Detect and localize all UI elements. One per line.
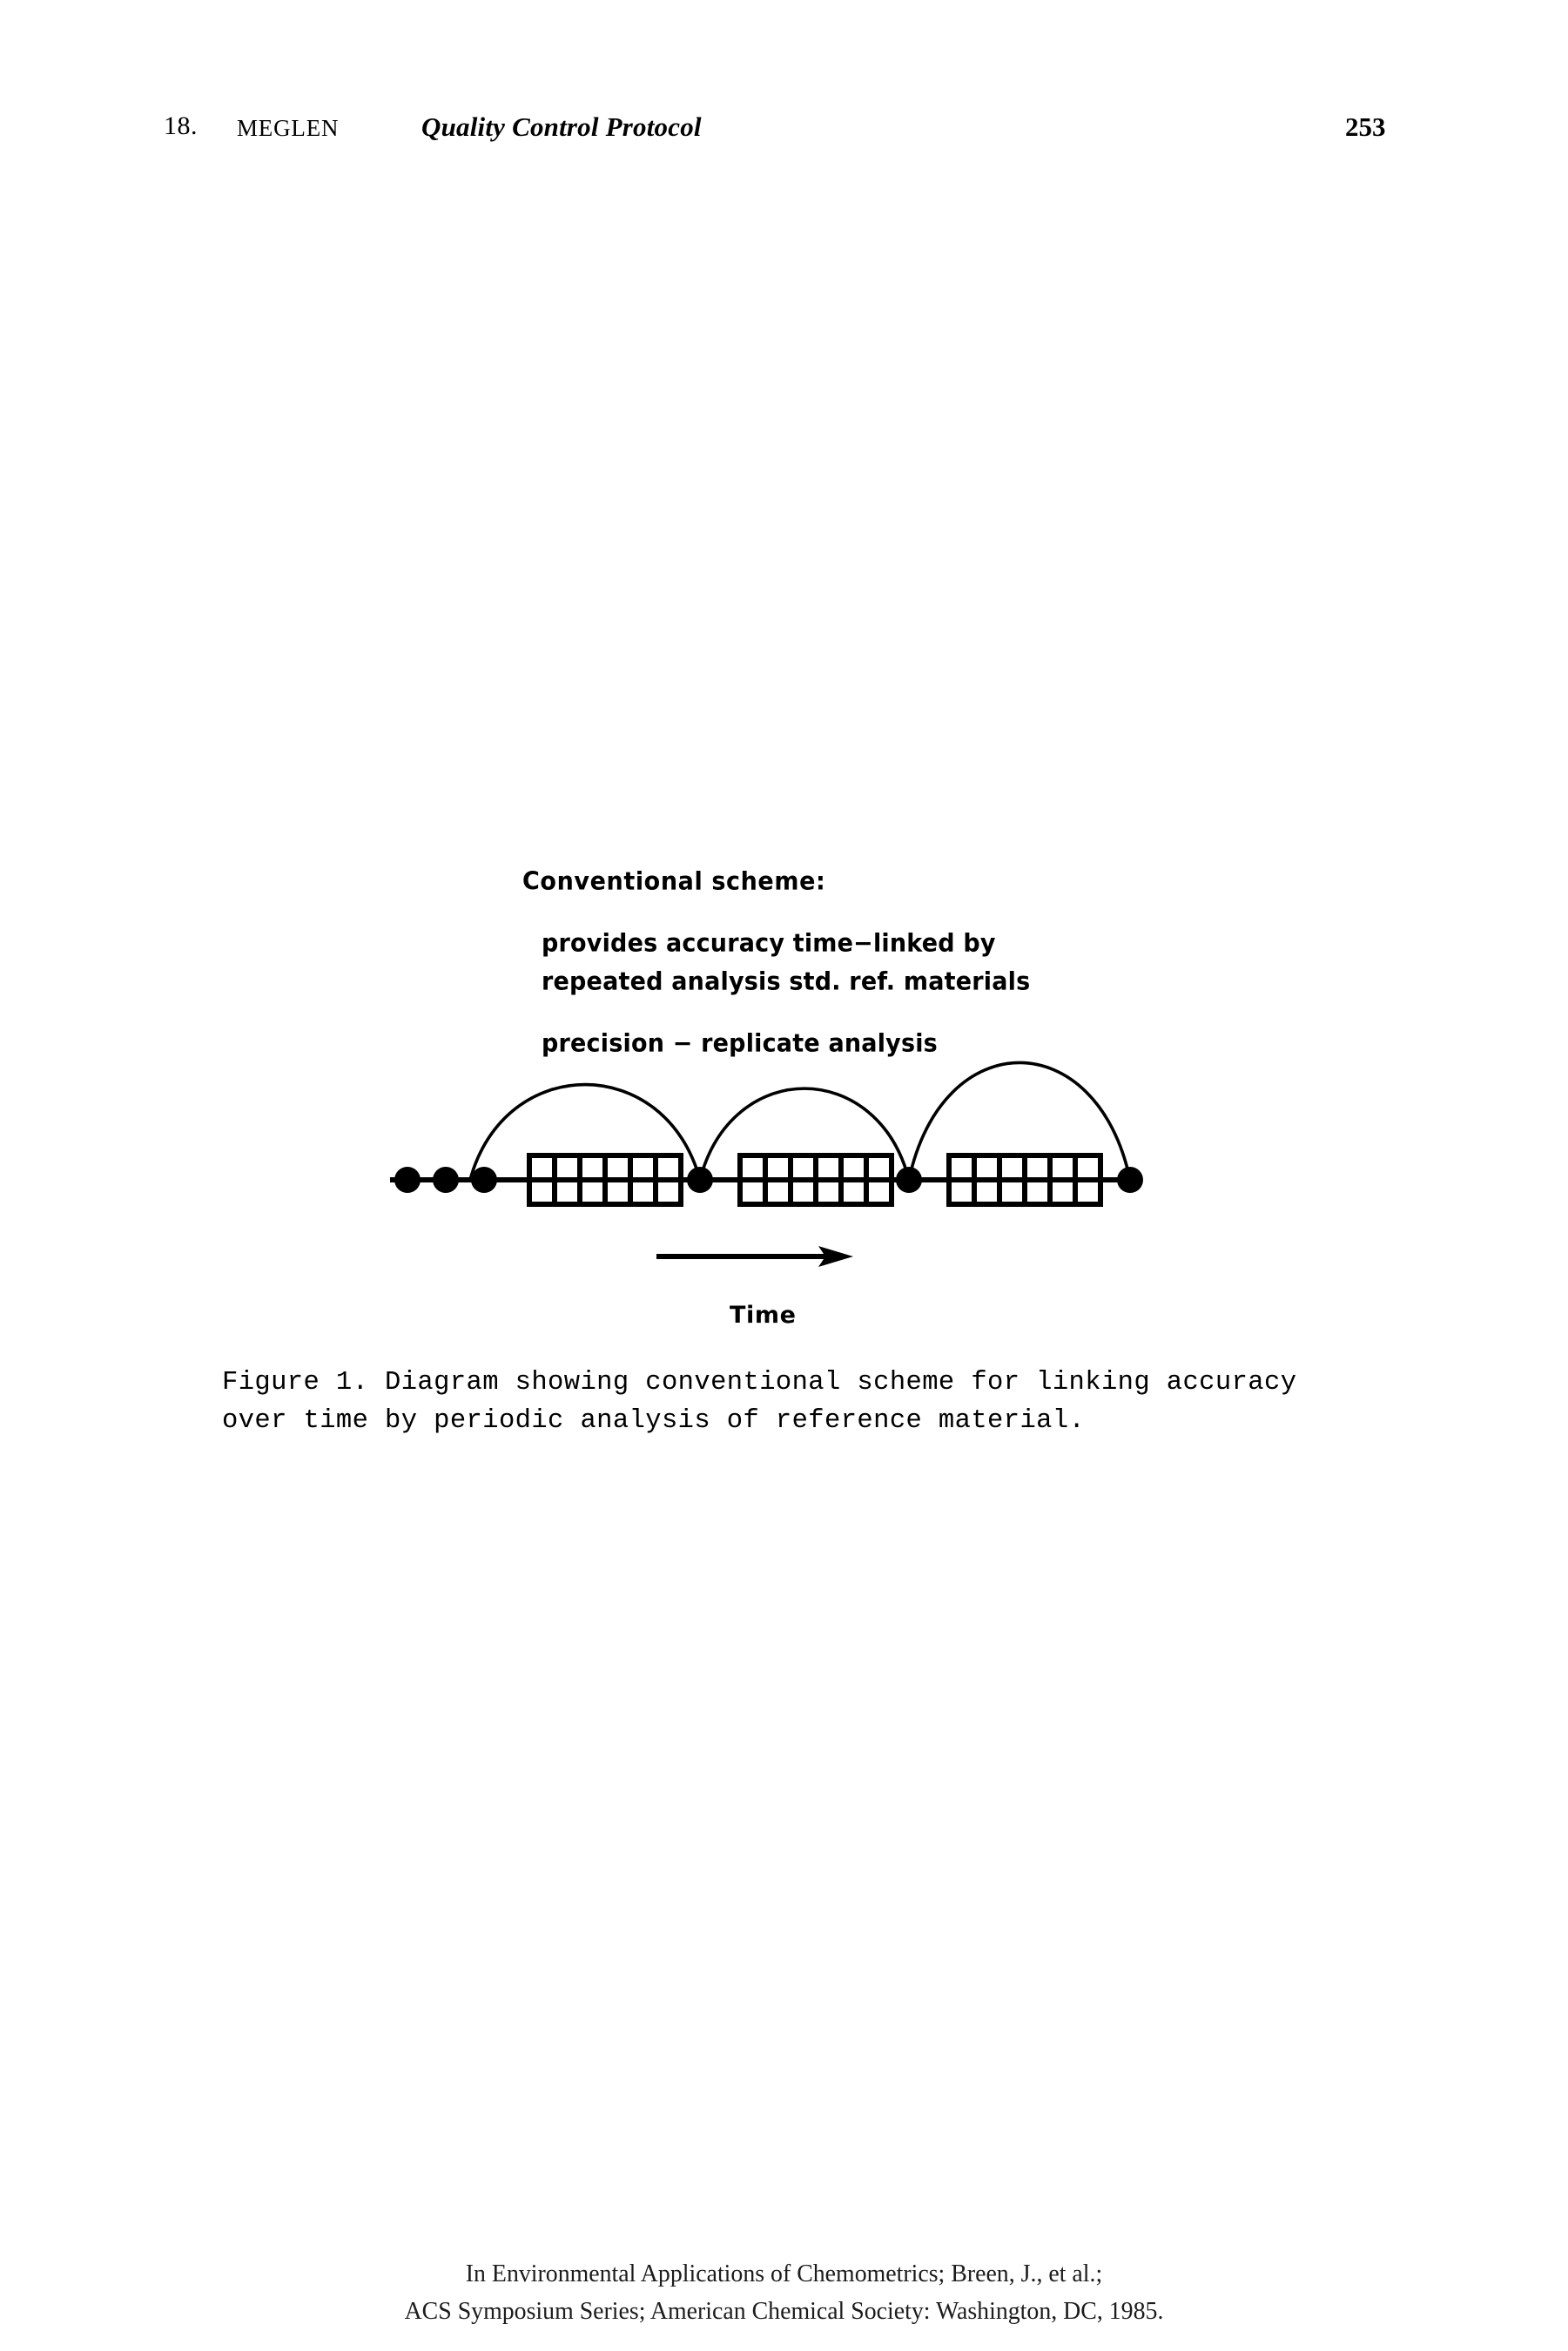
ref-dot-5 (896, 1167, 922, 1193)
figure-accuracy-line-1: provides accuracy time−linked by (542, 929, 996, 958)
sample-group-3 (946, 1153, 1103, 1207)
caption-line-2: over time by periodic analysis of refere… (222, 1406, 1086, 1436)
figure-caption: Figure 1. Diagram showing conventional s… (222, 1364, 1458, 1440)
figure-scheme-heading: Conventional scheme: (522, 867, 826, 896)
chapter-number: 18. (164, 111, 198, 140)
running-head: 18. MEGLEN Quality Control Protocol 253 (0, 111, 1568, 155)
page-number: 253 (1345, 111, 1386, 142)
ref-dot-1 (394, 1167, 421, 1193)
footer-line-2: ACS Symposium Series; American Chemical … (404, 2297, 1164, 2325)
sample-group-1 (527, 1153, 683, 1207)
page-footer: In Environmental Applications of Chemome… (0, 2255, 1568, 2330)
sample-group-2 (737, 1153, 894, 1207)
time-arrow (656, 1246, 853, 1267)
running-head-author: MEGLEN (237, 115, 340, 141)
footer-line-1: In Environmental Applications of Chemome… (465, 2260, 1103, 2287)
caption-line-1: Figure 1. Diagram showing conventional s… (222, 1368, 1297, 1398)
ref-dot-6 (1117, 1167, 1143, 1193)
figure-precision-line: precision − replicate analysis (542, 1029, 938, 1058)
ref-dot-2 (433, 1167, 459, 1193)
conventional-scheme-diagram (390, 1061, 1143, 1267)
figure-accuracy-line-2: repeated analysis std. ref. materials (542, 967, 1031, 996)
running-head-title: Quality Control Protocol (421, 111, 702, 142)
ref-dot-4 (687, 1167, 713, 1193)
ref-dot-3 (471, 1167, 497, 1193)
time-axis-label: Time (730, 1302, 797, 1329)
